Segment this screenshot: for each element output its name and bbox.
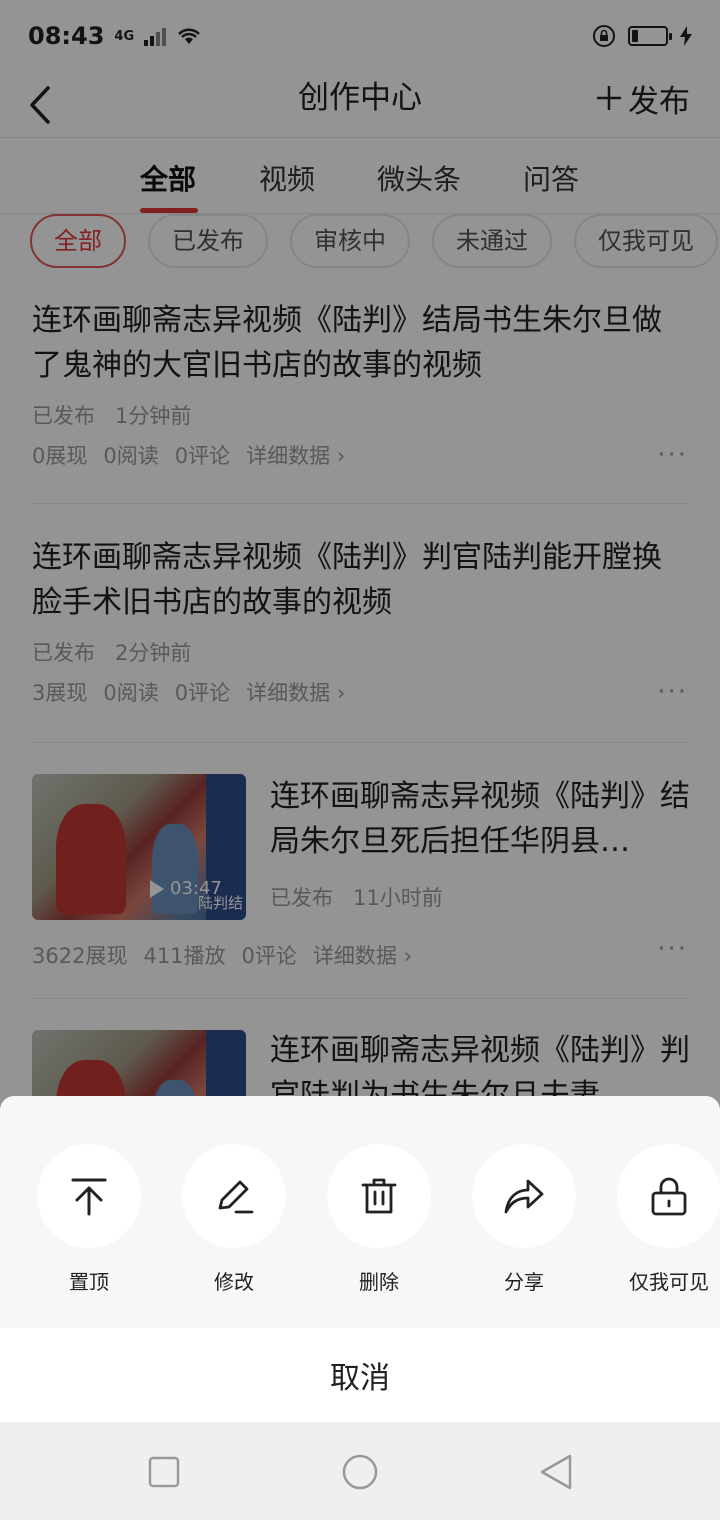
recents-button[interactable] [144, 1452, 184, 1492]
square-icon [148, 1456, 180, 1488]
pencil-icon [218, 1180, 254, 1214]
circle-icon [342, 1454, 378, 1490]
trash-icon [361, 1178, 397, 1214]
pin-top-icon [71, 1178, 107, 1216]
pin-top-button[interactable]: 置顶 [37, 1144, 141, 1295]
action-sheet: 置顶 修改 删除 分享 仅我可见 取消 [0, 1096, 720, 1422]
share-label: 分享 [504, 1270, 544, 1294]
private-visibility-label: 仅我可见 [629, 1270, 709, 1294]
delete-label: 删除 [359, 1270, 399, 1294]
cancel-button[interactable]: 取消 [0, 1328, 720, 1422]
edit-button[interactable]: 修改 [182, 1144, 286, 1295]
triangle-back-icon [540, 1454, 572, 1490]
edit-label: 修改 [214, 1270, 254, 1294]
share-button[interactable]: 分享 [472, 1144, 576, 1295]
delete-button[interactable]: 删除 [327, 1144, 431, 1295]
private-visibility-button[interactable]: 仅我可见 [617, 1144, 720, 1295]
system-nav-bar [0, 1422, 720, 1520]
home-button[interactable] [340, 1452, 380, 1492]
lock-icon [651, 1177, 687, 1216]
share-arrow-icon [504, 1179, 544, 1214]
pin-top-label: 置顶 [69, 1270, 109, 1294]
back-nav-button[interactable] [536, 1452, 576, 1492]
